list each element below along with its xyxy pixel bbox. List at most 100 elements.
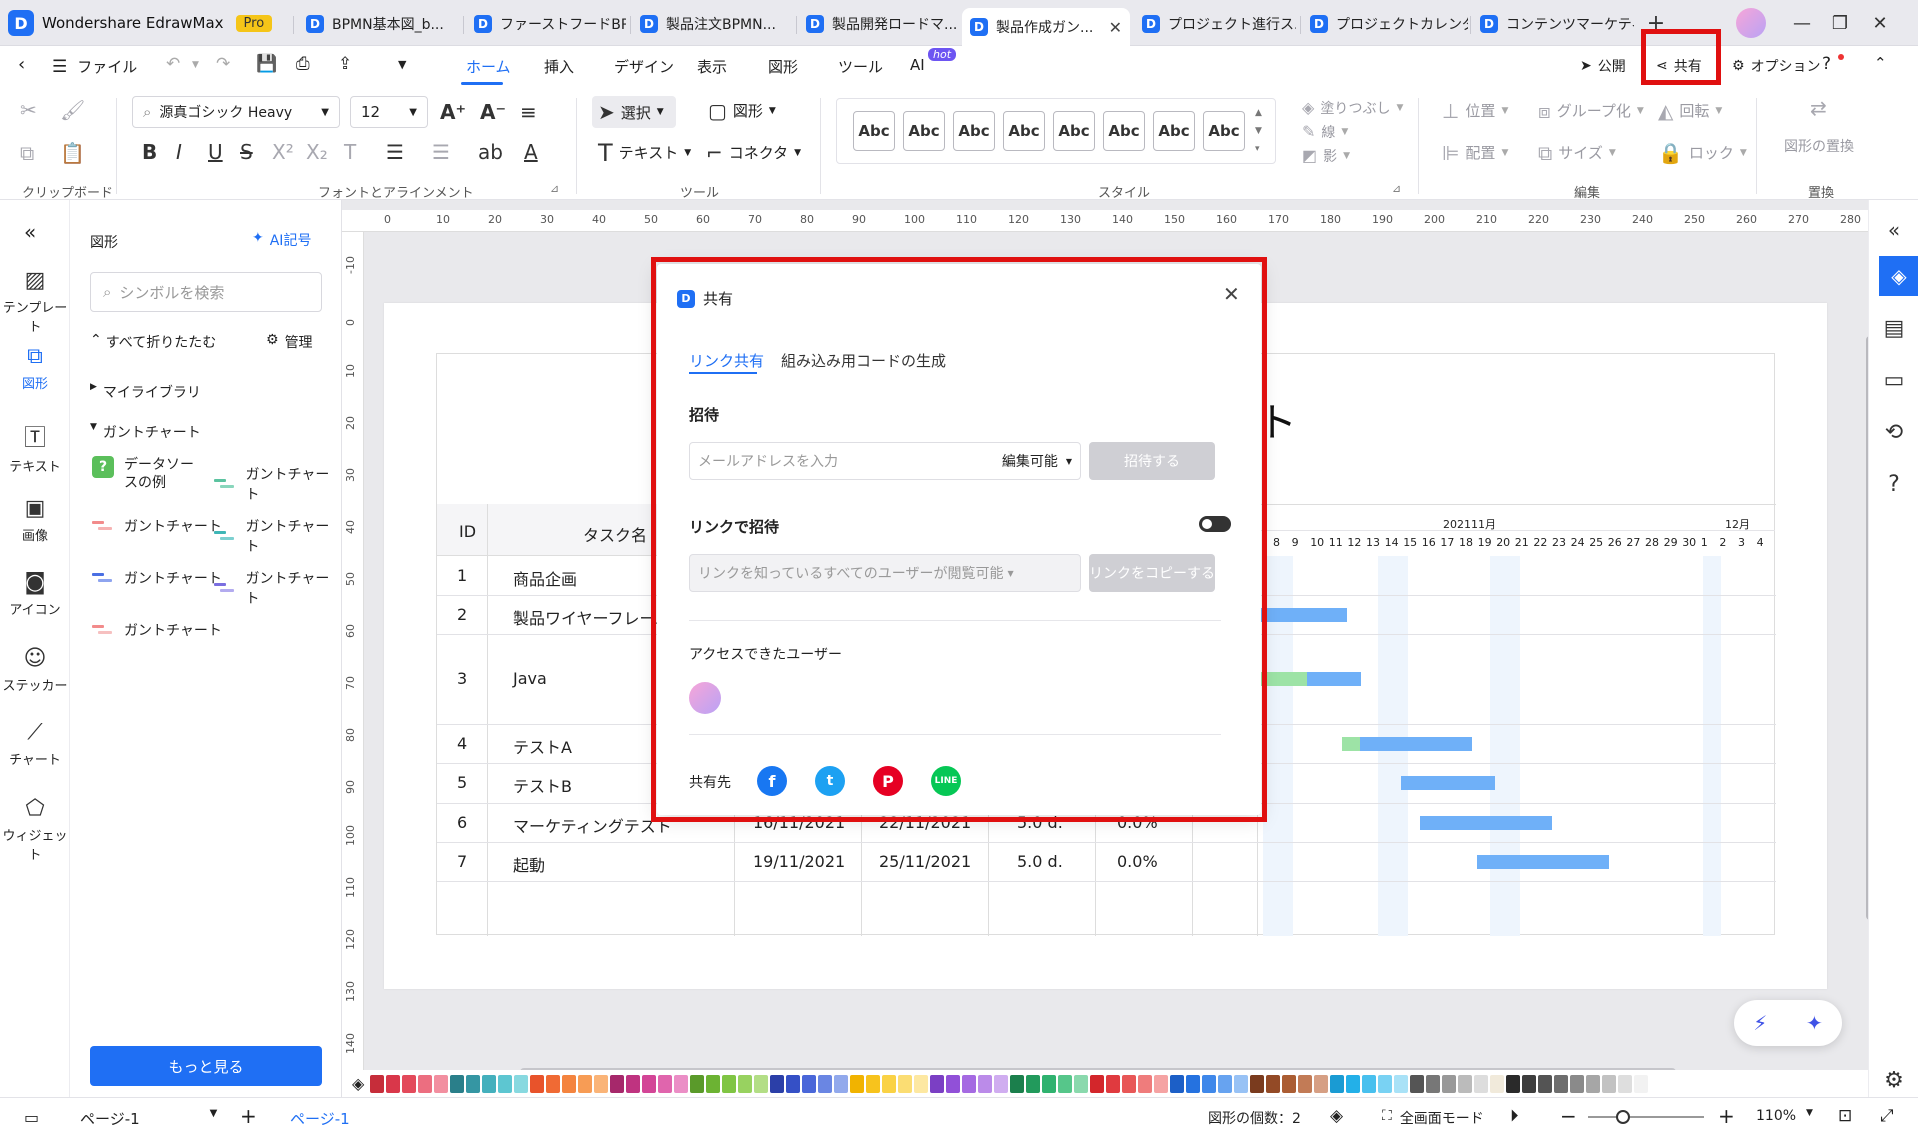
page-selector[interactable]: ページ-1 ▼ xyxy=(80,1108,217,1129)
undo-icon[interactable]: ↶ xyxy=(166,54,180,74)
color-swatch[interactable] xyxy=(1282,1074,1297,1093)
history-icon[interactable]: ⟲ xyxy=(1869,420,1918,445)
color-swatch[interactable] xyxy=(914,1074,929,1093)
color-swatch[interactable] xyxy=(1026,1074,1041,1093)
color-swatch[interactable] xyxy=(1538,1074,1553,1093)
zoom-in-icon[interactable]: + xyxy=(1718,1104,1735,1128)
shape-gantt-6[interactable]: ガントチャート xyxy=(92,620,222,640)
color-swatch[interactable] xyxy=(1634,1074,1649,1093)
rail-templates[interactable]: ▨ テンプレート xyxy=(0,268,70,335)
color-swatch[interactable] xyxy=(738,1074,753,1093)
style-preset-8[interactable]: Abc xyxy=(1203,111,1245,151)
text-align-icon[interactable]: ≡ xyxy=(520,102,537,122)
fullscreen-button[interactable]: ⛶ 全画面モード xyxy=(1382,1108,1484,1128)
subscript-icon[interactable]: X₂ xyxy=(306,142,328,162)
color-swatch[interactable] xyxy=(1570,1074,1585,1093)
color-swatch[interactable] xyxy=(402,1074,417,1093)
color-swatch[interactable] xyxy=(1490,1074,1505,1093)
dialog-launcher-icon[interactable]: ⊿ xyxy=(550,182,559,195)
zoom-slider-handle[interactable] xyxy=(1616,1110,1630,1124)
color-swatch[interactable] xyxy=(482,1074,497,1093)
my-library-section[interactable]: ▶ マイライブラリ xyxy=(90,382,201,402)
menu-home[interactable]: ホーム xyxy=(466,56,511,77)
color-swatch[interactable] xyxy=(1138,1074,1153,1093)
text-tool[interactable]: T テキスト ▼ xyxy=(598,141,691,165)
color-swatch[interactable] xyxy=(978,1074,993,1093)
lock-button[interactable]: 🔒 ロック ▼ xyxy=(1658,142,1747,163)
symbol-search-input[interactable]: ⌕ シンボルを検索 xyxy=(90,272,322,312)
color-swatch[interactable] xyxy=(514,1074,529,1093)
color-swatch[interactable] xyxy=(1170,1074,1185,1093)
color-swatch[interactable] xyxy=(1586,1074,1601,1093)
color-swatch[interactable] xyxy=(642,1074,657,1093)
shape-gantt-1[interactable]: ガントチャート xyxy=(214,464,341,504)
rotate-button[interactable]: ◭ 回転 ▼ xyxy=(1658,100,1722,121)
color-swatch[interactable] xyxy=(594,1074,609,1093)
color-swatch[interactable] xyxy=(722,1074,737,1093)
color-swatch[interactable] xyxy=(674,1074,689,1093)
rail-icons[interactable]: ◙ アイコン xyxy=(0,570,70,618)
paste-icon[interactable]: 📋 xyxy=(60,143,85,163)
gantt-bar-progress[interactable] xyxy=(1342,736,1360,751)
page-properties-icon[interactable]: ▤ xyxy=(1869,316,1918,341)
color-swatch[interactable] xyxy=(1394,1074,1409,1093)
zoom-level-select[interactable]: 110% ▼ xyxy=(1756,1108,1813,1124)
color-swatch[interactable] xyxy=(1122,1074,1137,1093)
increase-font-icon[interactable]: A⁺ xyxy=(440,102,466,122)
color-swatch[interactable] xyxy=(1426,1074,1441,1093)
gantt-bar[interactable] xyxy=(1360,736,1472,751)
decrease-font-icon[interactable]: A⁻ xyxy=(480,102,506,122)
doc-tab-1[interactable]: D BPMN基本図_b... xyxy=(298,8,460,40)
fill-bucket-icon[interactable]: ◈ xyxy=(352,1074,364,1093)
menu-view[interactable]: 表示 xyxy=(697,56,727,77)
add-page-icon[interactable]: + xyxy=(240,1104,257,1128)
color-swatch[interactable] xyxy=(530,1074,545,1093)
copy-icon[interactable]: ⧉ xyxy=(20,143,34,163)
group-button[interactable]: ⧈ グループ化 ▼ xyxy=(1538,100,1644,121)
cut-icon[interactable]: ✂ xyxy=(20,100,37,120)
color-swatch[interactable] xyxy=(1410,1074,1425,1093)
style-preset-6[interactable]: Abc xyxy=(1103,111,1145,151)
rail-images[interactable]: ▣ 画像 xyxy=(0,496,70,544)
fill-button[interactable]: ◈ 塗りつぶし ▼ xyxy=(1302,98,1403,118)
bullet-list-icon[interactable]: ☰ xyxy=(432,142,450,162)
menu-shape[interactable]: 図形 xyxy=(768,56,798,77)
collapse-ribbon-icon[interactable]: ⌃ xyxy=(1874,54,1887,72)
color-swatch[interactable] xyxy=(1330,1074,1345,1093)
file-menu[interactable]: ☰ ファイル xyxy=(52,56,137,77)
magic-wand-icon[interactable]: ⚡ xyxy=(1753,1011,1767,1035)
font-family-select[interactable]: ⌕ 源真ゴシック Heavy ▼ xyxy=(132,96,340,128)
redo-icon[interactable]: ↷ xyxy=(216,54,230,74)
color-swatch[interactable] xyxy=(866,1074,881,1093)
rail-widgets[interactable]: ⬠ ウィジェット xyxy=(0,796,70,863)
format-painter-icon[interactable]: 🖌 xyxy=(60,100,85,120)
color-swatch[interactable] xyxy=(1298,1074,1313,1093)
page-tab-1[interactable]: ページ-1 xyxy=(290,1108,350,1129)
color-swatch[interactable] xyxy=(818,1074,833,1093)
style-preset-5[interactable]: Abc xyxy=(1053,111,1095,151)
color-swatch[interactable] xyxy=(434,1074,449,1093)
color-swatch[interactable] xyxy=(450,1074,465,1093)
color-swatch[interactable] xyxy=(690,1074,705,1093)
menu-tools[interactable]: ツール xyxy=(838,56,883,77)
undo-dropdown-icon[interactable]: ▼ xyxy=(192,60,199,70)
print-icon[interactable]: ⎙ xyxy=(296,54,310,74)
color-swatch[interactable] xyxy=(754,1074,769,1093)
color-swatch[interactable] xyxy=(610,1074,625,1093)
publish-button[interactable]: ➤ 公開 xyxy=(1580,56,1626,76)
shape-gantt-3[interactable]: ガントチャート xyxy=(214,516,341,556)
user-avatar[interactable] xyxy=(1736,8,1766,38)
gantt-bar[interactable] xyxy=(1261,607,1347,622)
minimize-icon[interactable]: — xyxy=(1786,10,1818,36)
color-swatch[interactable] xyxy=(1234,1074,1249,1093)
color-swatch[interactable] xyxy=(882,1074,897,1093)
style-preset-7[interactable]: Abc xyxy=(1153,111,1195,151)
color-swatch[interactable] xyxy=(706,1074,721,1093)
color-swatch[interactable] xyxy=(1058,1074,1073,1093)
size-button[interactable]: ⧉ サイズ ▼ xyxy=(1538,142,1616,163)
color-swatch[interactable] xyxy=(962,1074,977,1093)
gantt-bar[interactable] xyxy=(1401,776,1495,790)
doc-tab-6[interactable]: D プロジェクト進行ス... xyxy=(1134,8,1296,40)
color-swatch[interactable] xyxy=(1202,1074,1217,1093)
style-preset-4[interactable]: Abc xyxy=(1003,111,1045,151)
